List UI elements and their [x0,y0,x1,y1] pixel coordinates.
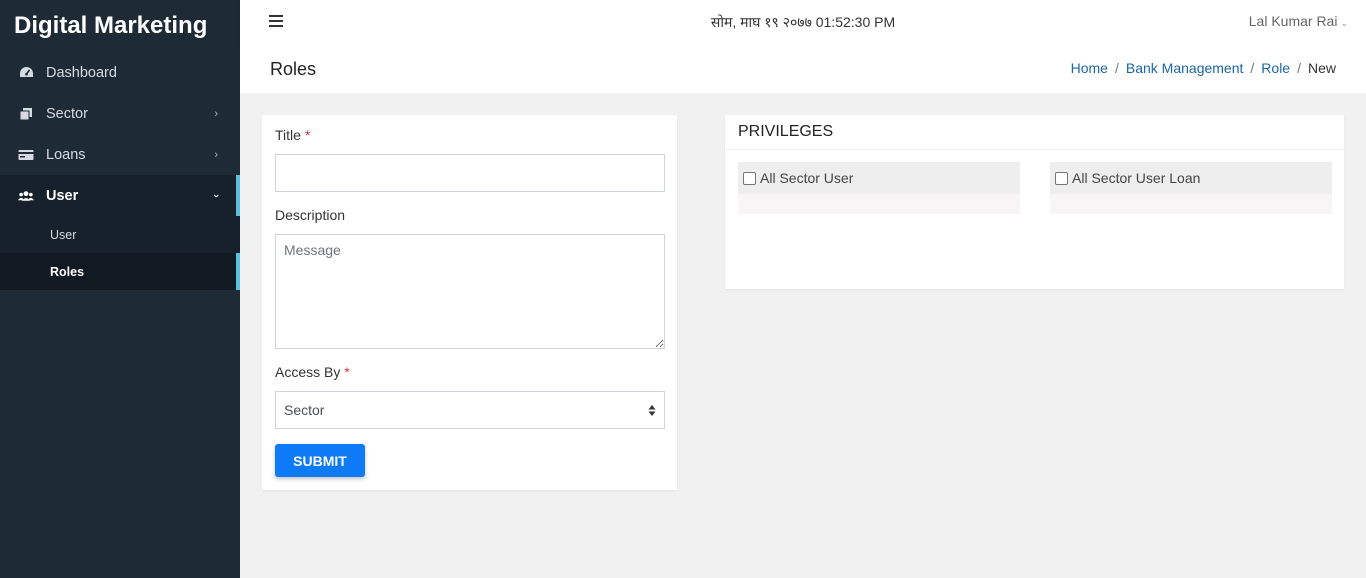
submit-button[interactable]: SUBMIT [275,444,365,477]
privilege-checkbox[interactable] [1055,171,1068,185]
access-by-label: Access By * [275,364,350,380]
topbar: सोम, माघ १९ २०७७ 01:52:30 PM Lal Kumar R… [240,0,1366,48]
access-by-selected: Sector [284,402,325,418]
breadcrumb-home[interactable]: Home [1071,60,1108,76]
sidebar-subitem-roles[interactable]: Roles [0,253,240,290]
privilege-item: All Sector User Loan [1050,162,1332,214]
required-mark: * [304,127,311,143]
sidebar-item-sector[interactable]: Sector › [0,93,240,134]
copy-icon [18,107,34,121]
sidebar-subitem-user[interactable]: User [0,216,240,253]
privilege-spacer [1050,194,1332,214]
chevron-down-icon: ⌄ [1340,18,1348,28]
role-form: Title * Description Access By * Sector S… [262,115,677,490]
breadcrumb-separator: / [1250,60,1255,76]
breadcrumb-role[interactable]: Role [1261,60,1290,76]
sidebar-item-label: Dashboard [46,64,117,81]
dashboard-icon [18,66,34,80]
breadcrumb-separator: / [1297,60,1301,76]
sort-icon [648,404,656,417]
access-by-select[interactable]: Sector [275,391,665,429]
title-input[interactable] [275,154,665,192]
user-submenu: User Roles [0,216,240,290]
privilege-label: All Sector User [760,170,854,186]
user-menu[interactable]: Lal Kumar Rai ⌄ [1249,13,1348,29]
sidebar-item-user[interactable]: User › [0,175,240,216]
access-by-label-text: Access By [275,364,341,380]
privilege-label: All Sector User Loan [1072,170,1201,186]
sidebar-item-label: Sector [46,105,88,122]
sidebar-item-label: Loans [46,146,86,163]
users-icon [18,189,34,203]
page-title: Roles [270,59,317,79]
page-header: Roles Home / Bank Management / Role / Ne… [240,48,1366,93]
cash-icon [18,148,34,162]
title-label: Title * [275,127,310,143]
user-name: Lal Kumar Rai [1248,13,1338,29]
breadcrumb-separator: / [1114,60,1119,76]
datetime-display: सोम, माघ १९ २०७७ 01:52:30 PM [710,14,896,30]
description-label: Description [275,207,346,223]
required-mark: * [344,364,350,380]
description-textarea[interactable] [275,234,665,349]
title-label-text: Title [275,127,301,143]
breadcrumb-bank-management[interactable]: Bank Management [1126,60,1244,76]
sidebar-item-label: User [46,187,79,204]
chevron-down-icon: › [210,193,223,198]
privilege-checkbox[interactable] [743,171,756,185]
privileges-title: PRIVILEGES [725,115,1344,150]
sidebar: Digital Marketing Dashboard Sector › Loa… [0,0,240,578]
breadcrumb-current: New [1307,60,1336,76]
privilege-row[interactable]: All Sector User [738,162,1020,194]
chevron-right-icon: › [214,107,218,120]
breadcrumb: Home / Bank Management / Role / New [1071,60,1336,76]
privilege-spacer [738,194,1020,214]
sidebar-item-loans[interactable]: Loans › [0,134,240,175]
sidebar-item-dashboard[interactable]: Dashboard [0,52,240,93]
privileges-panel: PRIVILEGES All Sector User All Sector Us… [725,115,1344,289]
privilege-row[interactable]: All Sector User Loan [1050,162,1332,194]
chevron-right-icon: › [214,148,218,161]
privilege-item: All Sector User [738,162,1020,214]
brand-title: Digital Marketing [14,12,208,39]
